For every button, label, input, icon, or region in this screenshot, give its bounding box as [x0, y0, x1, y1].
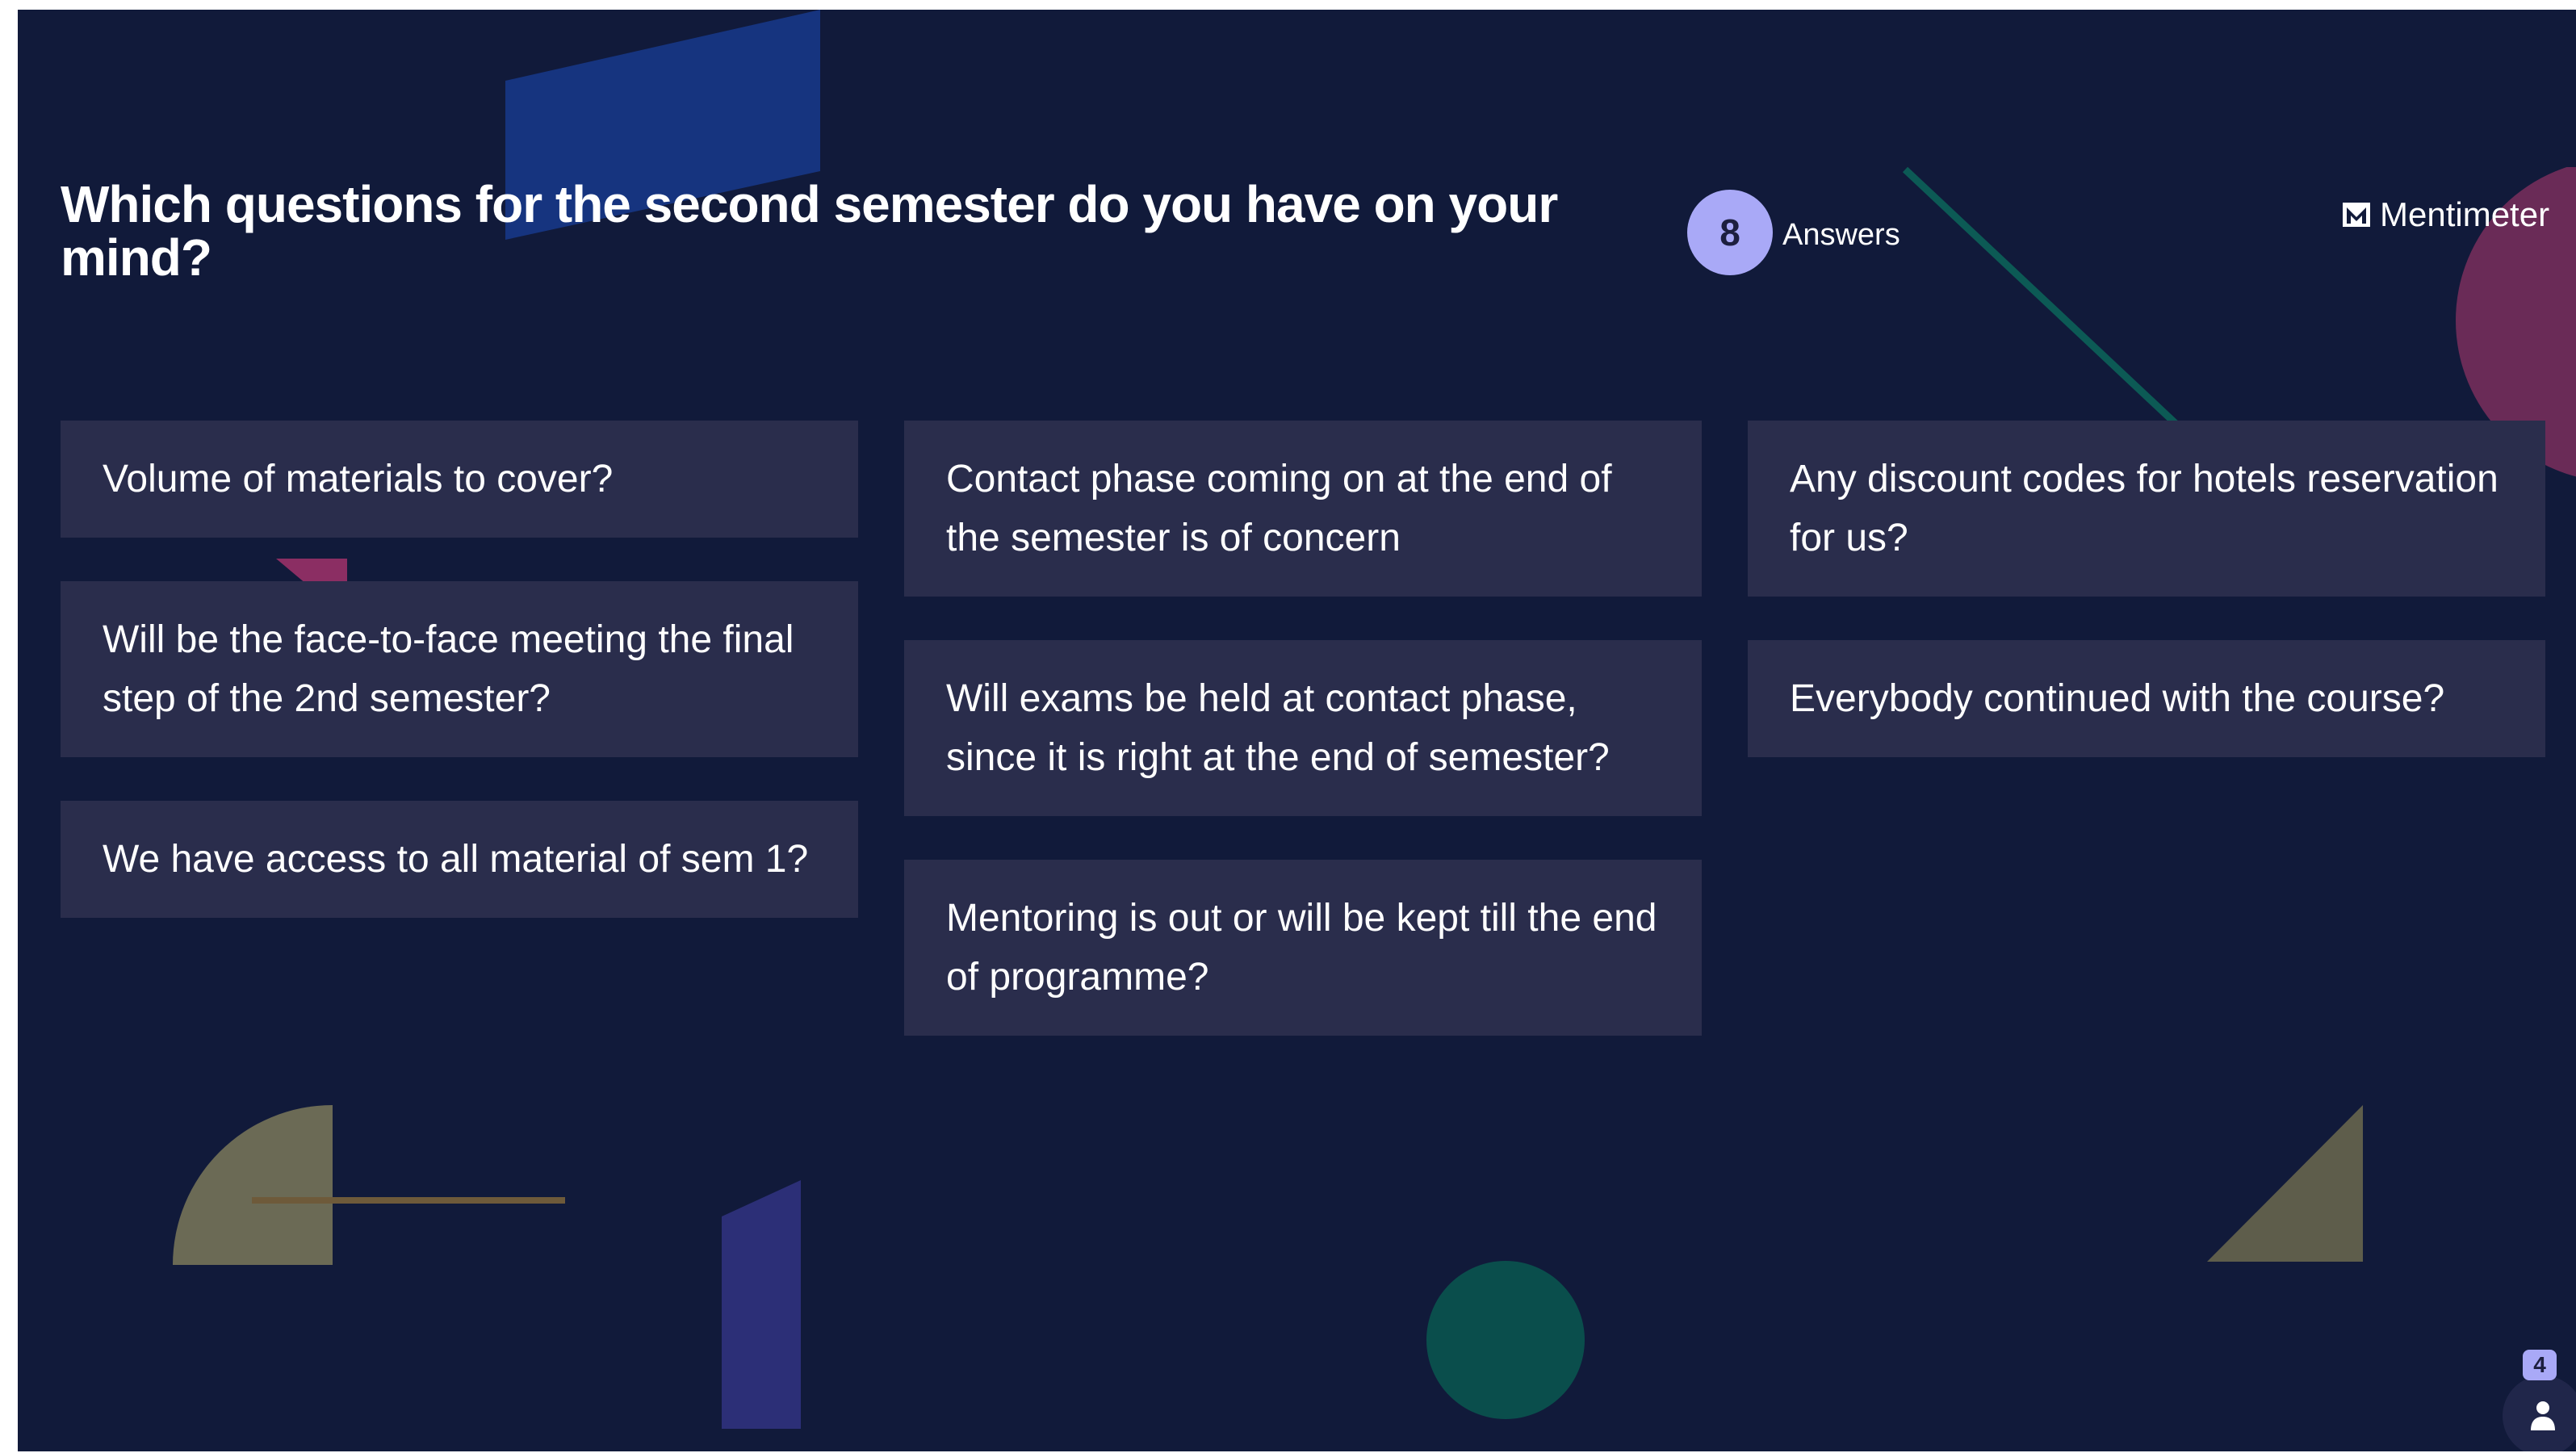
response-card: Volume of materials to cover? [61, 421, 858, 538]
response-card: Will be the face-to-face meeting the fin… [61, 581, 858, 757]
participants-count-badge: 4 [2523, 1350, 2557, 1380]
brand-name: Mentimeter [2380, 195, 2550, 233]
mentimeter-brand: Mentimeter [2343, 195, 2549, 234]
responses-column-1: Volume of materials to cover? Will be th… [61, 421, 858, 918]
response-card: Everybody continued with the course? [1748, 640, 2545, 757]
decorative-purple-rectangle [722, 1180, 801, 1429]
question-title: Which questions for the second semester … [61, 175, 1558, 287]
person-icon [2531, 1401, 2555, 1430]
response-card: Contact phase coming on at the end of th… [904, 421, 1702, 597]
decorative-olive-triangle [2207, 1105, 2363, 1262]
responses-column-3: Any discount codes for hotels reservatio… [1748, 421, 2545, 757]
response-card: Any discount codes for hotels reservatio… [1748, 421, 2545, 597]
response-card: Mentoring is out or will be kept till th… [904, 860, 1702, 1036]
participants-button[interactable] [2503, 1376, 2576, 1451]
presentation-slide: Which questions for the second semester … [18, 10, 2576, 1451]
response-card: We have access to all material of sem 1? [61, 801, 858, 918]
answer-count-badge: 8 [1687, 190, 1773, 275]
decorative-green-line [1902, 166, 2201, 447]
answers-label: Answers [1782, 218, 1900, 252]
decorative-green-circle [1426, 1261, 1585, 1419]
decorative-olive-quarter-circle [173, 1105, 565, 1265]
mentimeter-logo-icon [2343, 203, 2370, 227]
responses-column-2: Contact phase coming on at the end of th… [904, 421, 1702, 1036]
response-card: Will exams be held at contact phase, sin… [904, 640, 1702, 816]
